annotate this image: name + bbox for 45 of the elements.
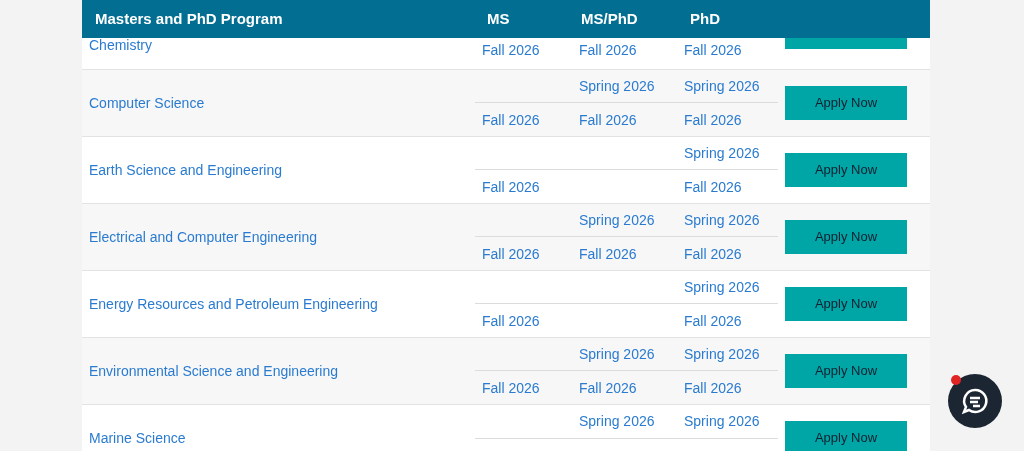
term-link[interactable]: Fall 2026 xyxy=(684,379,742,396)
term-link[interactable]: Spring 2026 xyxy=(684,212,760,228)
apply-button[interactable]: Apply Now xyxy=(785,220,907,254)
term-link[interactable]: Fall 2026 xyxy=(579,245,637,262)
term-link[interactable]: Fall 2026 xyxy=(684,111,742,128)
apply-button[interactable]: Apply Now xyxy=(785,421,907,451)
term-link[interactable]: Fall 2026 xyxy=(684,312,742,329)
apply-button[interactable]: Apply Now xyxy=(785,86,907,120)
column-header: MS/PhD xyxy=(581,9,638,27)
term-link[interactable]: Fall 2026 xyxy=(684,245,742,262)
term-link[interactable]: Spring 2026 xyxy=(579,413,655,430)
term-link[interactable]: Spring 2026 xyxy=(684,279,760,295)
term-link[interactable]: Fall 2026 xyxy=(684,42,742,58)
term-link[interactable]: Fall 2026 xyxy=(579,42,637,58)
term-link[interactable]: Fall 2026 xyxy=(579,379,637,396)
term-link[interactable]: Fall 2026 xyxy=(579,111,637,128)
chat-button[interactable] xyxy=(948,374,1002,428)
term-link[interactable]: Spring 2026 xyxy=(684,145,760,161)
term-link[interactable]: Fall 2026 xyxy=(482,111,540,128)
program-link[interactable]: Computer Science xyxy=(89,92,205,114)
term-link[interactable]: Spring 2026 xyxy=(579,78,655,94)
program-link[interactable]: Environmental Science and Engineering xyxy=(89,360,339,382)
apply-button[interactable]: Apply Now xyxy=(785,287,907,321)
program-link[interactable]: Energy Resources and Petroleum Engineering xyxy=(89,293,378,315)
term-link[interactable]: Spring 2026 xyxy=(684,346,760,362)
term-link[interactable]: Spring 2026 xyxy=(579,212,655,228)
chat-icon xyxy=(961,387,989,415)
program-link[interactable]: Earth Science and Engineering xyxy=(89,159,283,181)
term-link[interactable]: Fall 2026 xyxy=(482,42,540,58)
term-link[interactable]: Fall 2026 xyxy=(482,245,540,262)
apply-button[interactable]: Apply Now xyxy=(785,354,907,388)
column-header: Masters and PhD Program xyxy=(95,9,283,27)
term-link[interactable]: Fall 2026 xyxy=(684,178,742,195)
term-link[interactable]: Spring 2026 xyxy=(684,413,760,430)
program-link[interactable]: Chemistry xyxy=(89,38,152,52)
column-header: MS xyxy=(487,9,510,27)
apply-button[interactable]: Apply Now xyxy=(785,153,907,187)
column-header: PhD xyxy=(690,9,720,27)
term-link[interactable]: Fall 2026 xyxy=(482,178,540,195)
term-link[interactable]: Fall 2026 xyxy=(482,379,540,396)
program-link[interactable]: Marine Science xyxy=(89,427,186,449)
program-link[interactable]: Electrical and Computer Engineering xyxy=(89,226,317,248)
term-link[interactable]: Spring 2026 xyxy=(579,346,655,362)
term-link[interactable]: Spring 2026 xyxy=(684,78,760,94)
term-link[interactable]: Fall 2026 xyxy=(482,312,540,329)
